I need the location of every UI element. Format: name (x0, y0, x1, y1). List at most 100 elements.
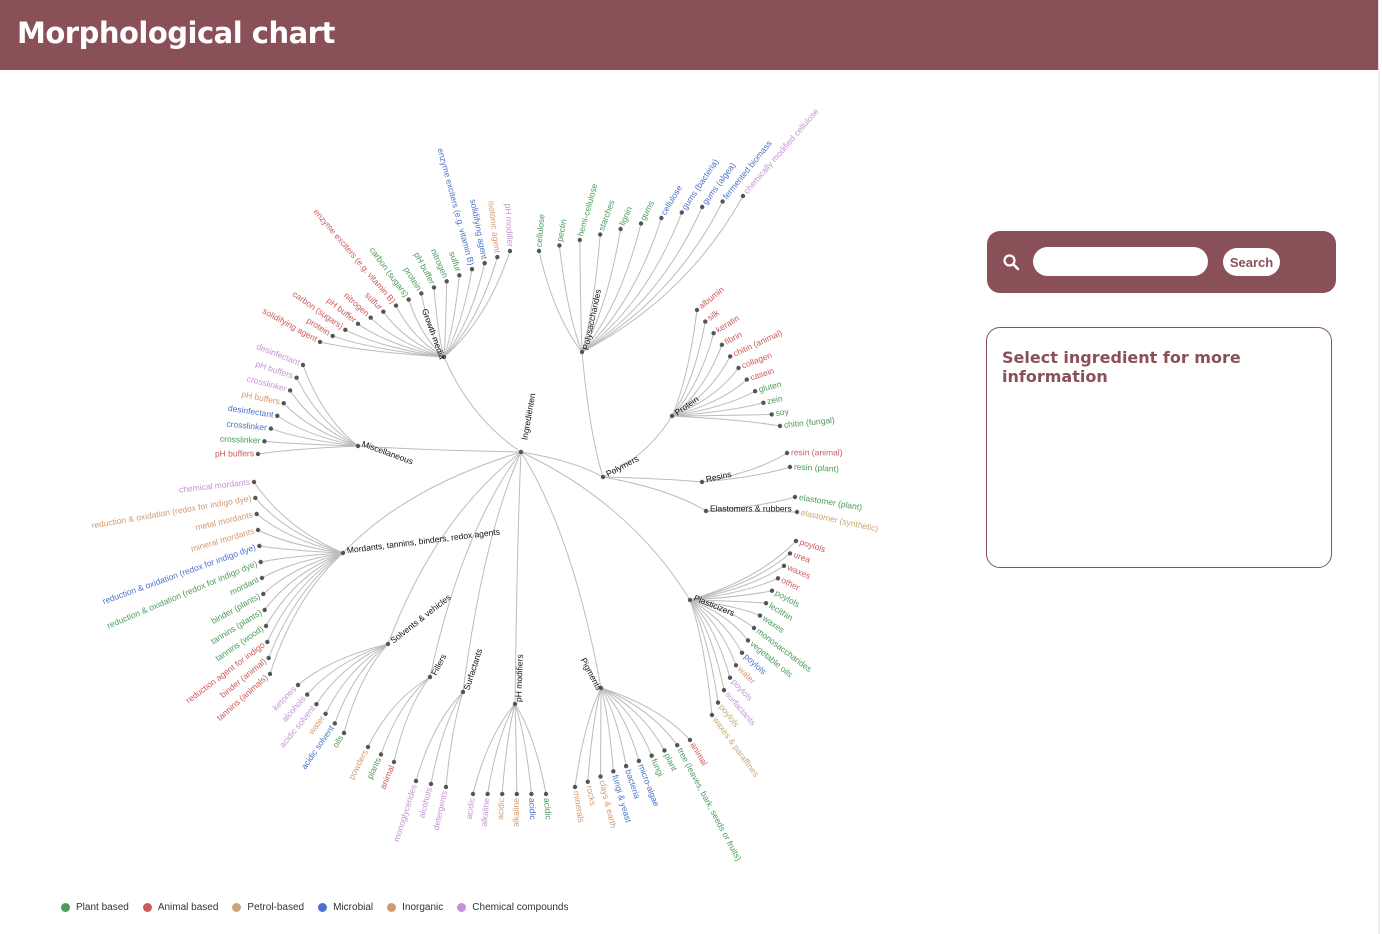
root-label[interactable]: Ingrediënten (519, 392, 537, 441)
leaf-label[interactable]: alcohols (416, 786, 434, 819)
tree-link (587, 687, 602, 782)
legend-dot (61, 903, 70, 912)
leaf-node (662, 748, 667, 753)
leaf-node (261, 591, 266, 597)
leaf-node (703, 319, 708, 324)
leaf-node (406, 297, 411, 302)
leaf-label[interactable]: monoglycerides (391, 783, 419, 843)
leaf-label[interactable]: fibrin (723, 329, 744, 347)
leaf-node (495, 254, 500, 260)
leaf-label[interactable]: zein (766, 393, 784, 406)
app-header: Morphological chart (0, 0, 1379, 70)
leaf-label[interactable]: soy (775, 406, 790, 418)
branch-node (703, 508, 709, 514)
leaf-node (769, 412, 774, 417)
leaf-label[interactable]: alkaline (511, 798, 521, 827)
leaf-label[interactable]: pH modifier (503, 203, 515, 247)
leaf-node (314, 702, 319, 707)
leaf-node (709, 712, 715, 718)
search-input[interactable] (1033, 247, 1208, 276)
leaf-node (341, 730, 347, 736)
tree-link (581, 351, 604, 478)
leaf-label[interactable]: acidic (464, 796, 477, 820)
leaf-label[interactable]: albumin (697, 284, 727, 311)
leaf-label[interactable]: rocks (584, 785, 598, 807)
leaf-label[interactable]: elastomer (synthetic) (800, 507, 879, 534)
leaf-label[interactable]: silk (705, 307, 721, 323)
leaf-label[interactable]: resin (plant) (794, 461, 840, 473)
leaf-node (365, 744, 371, 750)
tree-link (602, 476, 707, 512)
leaf-label[interactable]: crosslinker (226, 419, 268, 433)
tree-link (257, 445, 359, 455)
leaf-label[interactable]: desinfectant (227, 403, 274, 420)
leaf-node (257, 543, 262, 549)
leaf-node (775, 576, 781, 581)
leaf-node (784, 450, 790, 456)
leaf-node (391, 759, 397, 765)
leaf-label[interactable]: acidic (542, 798, 554, 821)
morphological-tree: IngrediëntenPolymersPolysaccharidescellu… (91, 106, 880, 863)
leaf-node (507, 248, 513, 254)
leaf-label[interactable]: tree (leaves, bark, seeds or fruits) (675, 746, 743, 863)
leaf-label[interactable]: resin (animal) (791, 447, 843, 457)
leaf-node (623, 763, 629, 769)
leaf-label[interactable]: pH buffers (241, 389, 281, 407)
tree-link (415, 691, 464, 782)
leaf-label[interactable]: fungi (649, 757, 666, 778)
leaf-node (736, 365, 741, 371)
leaf-node (769, 588, 775, 593)
leaf-node (368, 315, 373, 320)
branch-label[interactable]: Surfactants (462, 647, 485, 691)
leaf-node (253, 495, 258, 501)
leaf-label[interactable]: chemically modified cellulose (741, 106, 821, 196)
leaf-node (715, 700, 721, 705)
leaf-label[interactable]: crosslinker (220, 434, 261, 446)
branch-label[interactable]: pH modifiers (513, 654, 525, 702)
leaf-node (585, 779, 590, 784)
tree-link (296, 377, 359, 447)
leaf-label[interactable]: casein (749, 365, 776, 382)
branch-label[interactable]: Resins (705, 469, 732, 484)
leaf-node (719, 342, 725, 347)
branch-label[interactable]: Elastomers & rubbers (710, 503, 792, 513)
leaf-node (444, 279, 449, 284)
leaf-label[interactable]: urea (792, 549, 812, 564)
leaf-label[interactable]: chitin (fungal) (783, 415, 835, 430)
search-button[interactable]: Search (1223, 248, 1280, 276)
leaf-label[interactable]: sulfur (447, 250, 463, 273)
leaf-label[interactable]: chemical mordants (178, 477, 250, 495)
leaf-label[interactable]: pectin (554, 218, 568, 242)
leaf-label[interactable]: alkaline (479, 797, 492, 827)
leaf-label[interactable]: gums (638, 199, 657, 222)
legend: Plant based Animal based Petrol-based Mi… (61, 902, 582, 913)
branch-node (340, 550, 346, 556)
branch-label[interactable]: Mordants, tannins, binders, redox agents (346, 527, 500, 556)
leaf-label[interactable]: pH buffers (215, 448, 254, 458)
branch-label[interactable]: Pigments (579, 656, 604, 692)
leaf-label[interactable]: animal (378, 763, 397, 790)
branch-label[interactable]: Polymers (604, 453, 640, 478)
leaf-label[interactable]: minerals (571, 790, 586, 823)
leaf-label[interactable]: starches (596, 199, 616, 233)
leaf-node (659, 215, 664, 221)
leaf-node (751, 625, 757, 631)
leaf-label[interactable]: gluten (758, 379, 783, 395)
legend-label: Plant based (76, 902, 129, 913)
leaf-label[interactable]: lignin (617, 205, 634, 227)
branch-label[interactable]: Miscellaneous (361, 439, 415, 467)
leaf-label[interactable]: acidic (495, 797, 506, 820)
leaf-label[interactable]: cellulose (534, 213, 547, 247)
leaf-label[interactable]: detergents (431, 790, 450, 831)
tree-link (367, 676, 431, 748)
leaf-label[interactable]: acidic (527, 798, 538, 821)
leaf-node (305, 692, 310, 697)
legend-dot (457, 903, 467, 912)
leaf-node (733, 663, 739, 668)
leaf-node (428, 781, 434, 787)
branch-label[interactable]: Fillers (429, 652, 448, 677)
legend-dot (318, 903, 328, 912)
leaf-label[interactable]: isotonic agent (486, 200, 502, 254)
leaf-label[interactable]: oils (330, 733, 345, 749)
leaf-label[interactable]: plants (365, 756, 384, 781)
